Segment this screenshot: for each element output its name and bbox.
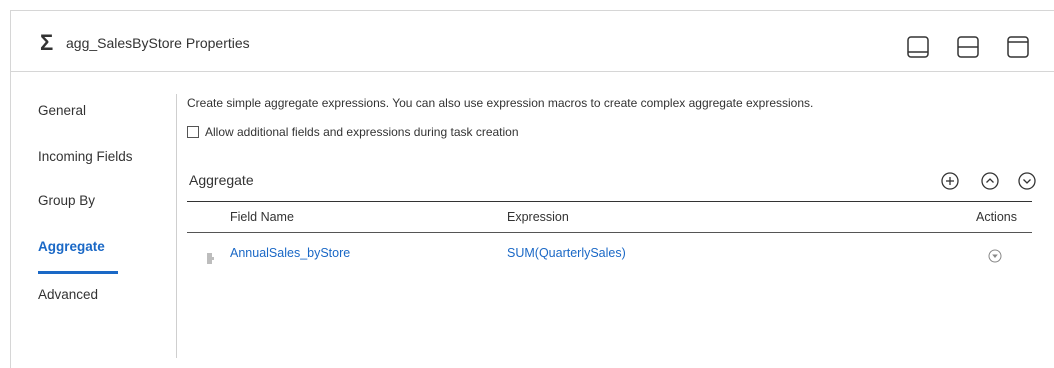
add-icon[interactable] <box>940 171 960 191</box>
section-title: Aggregate <box>189 172 254 188</box>
sidebar-item-aggregate[interactable]: Aggregate <box>38 239 105 254</box>
allow-additional-fields-label: Allow additional fields and expressions … <box>205 125 519 139</box>
allow-additional-fields-option: Allow additional fields and expressions … <box>187 125 519 139</box>
row-actions-dropdown-icon[interactable] <box>988 249 1002 263</box>
column-header-field-name[interactable]: Field Name <box>230 210 294 224</box>
section-divider <box>187 201 1032 202</box>
sidebar-item-incoming-fields[interactable]: Incoming Fields <box>38 149 133 164</box>
sidebar-divider <box>176 94 177 358</box>
drag-handle-icon[interactable] <box>207 251 214 264</box>
column-header-actions: Actions <box>976 210 1017 224</box>
properties-panel: Σ agg_SalesByStore Properties General In… <box>10 10 1054 368</box>
sidebar-item-general[interactable]: General <box>38 103 86 118</box>
sidebar-item-advanced[interactable]: Advanced <box>38 287 98 302</box>
move-up-icon[interactable] <box>980 171 1000 191</box>
sidebar-item-group-by[interactable]: Group By <box>38 193 95 208</box>
field-name-link[interactable]: AnnualSales_byStore <box>230 246 350 260</box>
table-header-divider <box>187 232 1032 233</box>
move-down-icon[interactable] <box>1017 171 1037 191</box>
description-text: Create simple aggregate expressions. You… <box>187 96 814 110</box>
expression-link[interactable]: SUM(QuarterlySales) <box>507 246 626 260</box>
aggregate-content: Create simple aggregate expressions. You… <box>187 11 1054 368</box>
allow-additional-fields-checkbox[interactable] <box>187 126 199 138</box>
column-header-expression[interactable]: Expression <box>507 210 569 224</box>
aggregator-sigma-icon: Σ <box>40 30 54 55</box>
active-tab-indicator <box>38 271 118 274</box>
